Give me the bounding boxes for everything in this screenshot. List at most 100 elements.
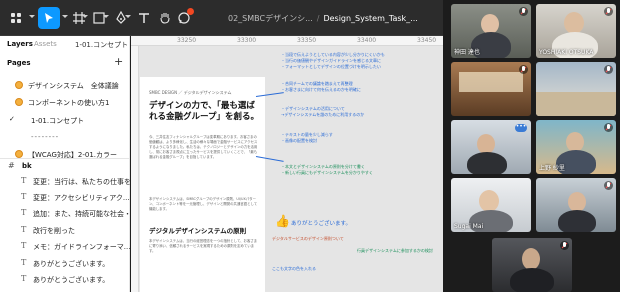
layers-panel: Layers Assets 1-01.コンセプト Pages + デザインシステ… bbox=[0, 36, 130, 292]
participant-tile[interactable]: 上野 紗里 bbox=[536, 120, 616, 174]
layer-row[interactable]: T ありがとうございます。 bbox=[0, 273, 130, 286]
emoji-icon bbox=[15, 98, 23, 106]
participant-body bbox=[510, 268, 554, 292]
more-options-icon[interactable]: ••• bbox=[515, 124, 527, 132]
window-view bbox=[459, 72, 523, 92]
comment-line: 行員デザインシステムに参加するかの検討 bbox=[357, 248, 433, 253]
comment-note[interactable]: デジタルサービスのデザイン原則ついて bbox=[272, 236, 344, 242]
layer-row[interactable]: T 追加：また、持続可能な社会・... bbox=[0, 207, 130, 220]
comment-line: ・お客さまに向けて何を伝えるのかを明確に bbox=[281, 87, 361, 92]
frame-tool-icon[interactable] bbox=[68, 7, 90, 29]
layer-label: ありがとうございます。 bbox=[33, 276, 110, 284]
text-layer-icon: T bbox=[21, 274, 27, 283]
layer-label: メモ：ガイドラインフォーマ... bbox=[33, 243, 130, 251]
layer-row[interactable]: T ありがとうございます。 bbox=[0, 257, 130, 270]
pages-header: Pages bbox=[7, 59, 31, 67]
tab-layers[interactable]: Layers bbox=[7, 40, 33, 48]
muted-mic-icon bbox=[604, 123, 613, 132]
vertical-ruler bbox=[131, 46, 139, 292]
notification-dot bbox=[187, 8, 194, 15]
participant-avatar bbox=[477, 134, 495, 154]
participant-tile[interactable]: ••• bbox=[451, 120, 531, 174]
layer-row[interactable]: T 改行を削った bbox=[0, 224, 130, 237]
participant-avatar bbox=[564, 12, 584, 34]
text-tool-icon[interactable] bbox=[133, 7, 155, 29]
participant-avatar bbox=[566, 132, 584, 152]
room-floor bbox=[536, 92, 616, 116]
participant-avatar bbox=[522, 248, 540, 270]
checkmark-icon: ✓ bbox=[9, 115, 15, 123]
panel-tabs: Layers Assets 1-01.コンセプト bbox=[0, 36, 130, 52]
layer-label: ありがとうございます。 bbox=[33, 260, 110, 268]
comment-note[interactable]: ・テキストの量を少し減らす ・画像の配置を検討 bbox=[281, 132, 333, 144]
frame-paragraph: 今、三井住友フィナンシャルグループは変革期にあります。お客さまの価値観は、より多… bbox=[149, 135, 258, 159]
page-item-selected[interactable]: ✓ 1-01.コンセプト bbox=[0, 114, 130, 128]
comment-line: ・フォーマットとしてデザインの位置づけを明示したい bbox=[281, 64, 381, 69]
design-canvas[interactable]: 33250 33300 33350 33400 33450 SMBC DESIG… bbox=[131, 36, 443, 292]
page-name[interactable]: Design_System_Task_... bbox=[323, 14, 417, 23]
participant-name: YOSHIAKI OTSUKA bbox=[539, 49, 594, 56]
participant-avatar bbox=[568, 192, 586, 212]
thanks-comment[interactable]: ありがとうございます。 bbox=[291, 219, 351, 227]
layer-row[interactable]: T 変更：当行は、私たちの仕事を... bbox=[0, 175, 130, 188]
page-item-label: デザインシステム 全体議論 bbox=[28, 82, 119, 90]
comment-note[interactable]: 行員デザインシステムに参加するかの検討 bbox=[357, 248, 433, 254]
tab-assets[interactable]: Assets bbox=[34, 40, 57, 48]
participant-tile[interactable] bbox=[451, 62, 531, 116]
participant-tile[interactable] bbox=[536, 62, 616, 116]
move-tool-icon[interactable] bbox=[38, 7, 60, 29]
layer-label: 改行を削った bbox=[33, 227, 75, 235]
comment-note[interactable]: ・合同チームでの議論を踏まえて再整理 ・お客さまに向けて何を伝えるのかを明確に bbox=[281, 81, 361, 93]
current-page-selector[interactable]: 1-01.コンセプト bbox=[75, 40, 128, 50]
frame-breadcrumb: SMBC DESIGN ／ デジタルデザインシステム bbox=[149, 90, 232, 95]
page-item[interactable]: コンポーネントの使い方1 bbox=[0, 96, 130, 110]
participant-tile[interactable] bbox=[536, 178, 616, 232]
layer-group-bk[interactable]: # bk bbox=[0, 159, 130, 173]
muted-mic-icon bbox=[519, 65, 528, 74]
comment-note[interactable]: ここも文字の色を入れる bbox=[272, 266, 316, 272]
participant-body bbox=[558, 210, 596, 232]
pen-tool-caret-icon[interactable] bbox=[125, 15, 131, 18]
thumbs-up-icon: 👍 bbox=[275, 214, 290, 228]
layer-row[interactable]: T メモ：ガイドラインフォーマ... bbox=[0, 240, 130, 253]
participant-tile[interactable]: YOSHIAKI OTSUKA bbox=[536, 4, 616, 58]
layer-label: 変更：当行は、私たちの仕事を... bbox=[33, 178, 130, 186]
add-page-button[interactable]: + bbox=[114, 55, 123, 68]
page-separator-label: -------- bbox=[31, 133, 60, 141]
ruler-tick: 33300 bbox=[237, 37, 257, 44]
toolbar: 02_SMBCデザインシ... / Design_System_Task_... bbox=[0, 0, 443, 36]
frame-icon: # bbox=[8, 161, 15, 170]
participant-tile[interactable]: Sugai Mai bbox=[451, 178, 531, 232]
main-menu-caret-icon[interactable] bbox=[29, 15, 35, 18]
figma-app-window: 02_SMBCデザインシ... / Design_System_Task_...… bbox=[0, 0, 620, 292]
horizontal-ruler: 33250 33300 33350 33400 33450 bbox=[131, 36, 443, 46]
document-title[interactable]: 02_SMBCデザインシ... / Design_System_Task_... bbox=[228, 0, 443, 36]
main-menu-icon[interactable] bbox=[5, 7, 27, 29]
participant-tile[interactable]: 神田 達也 bbox=[451, 4, 531, 58]
ruler-tick: 33350 bbox=[297, 37, 317, 44]
file-name[interactable]: 02_SMBCデザインシ... bbox=[228, 13, 313, 24]
design-frame[interactable]: SMBC DESIGN ／ デジタルデザインシステム デザインの力で、「最も選ば… bbox=[140, 77, 265, 292]
shape-tool-icon[interactable] bbox=[88, 7, 110, 29]
participant-avatar bbox=[479, 190, 499, 212]
participant-tile[interactable] bbox=[492, 238, 572, 292]
shape-tool-caret-icon[interactable] bbox=[103, 15, 109, 18]
layer-row[interactable]: T 変更：アクセシビリティアク... bbox=[0, 191, 130, 204]
comment-line: →デザインシステムを誰のために利用するのか bbox=[281, 112, 365, 117]
frame-paragraph: 本デザインシステムは、当行の経営理念を一つの指針として、お客さまに寄り添い、信頼… bbox=[149, 239, 258, 253]
page-item[interactable]: デザインシステム 全体議論 bbox=[0, 79, 130, 93]
text-layer-icon: T bbox=[21, 258, 27, 267]
frame-section-title: デジタルデザインシステムの原則 bbox=[149, 227, 247, 235]
emoji-icon bbox=[15, 81, 23, 89]
comment-note[interactable]: ・当段で伝えようとしている内容が少し分かりにくいかも ・当行の価値観やデザインガ… bbox=[281, 52, 385, 70]
layer-label: 追加：また、持続可能な社会・... bbox=[33, 210, 130, 218]
comment-line: ・新しい行員にもデザインシステムを分かりやすく bbox=[281, 170, 373, 175]
pen-tool-icon[interactable] bbox=[110, 7, 132, 29]
participant-name: 上野 紗里 bbox=[539, 165, 565, 172]
muted-mic-icon bbox=[604, 7, 613, 16]
comment-note[interactable]: ・デザインシステムの活用について →デザインシステムを誰のために利用するのか bbox=[281, 106, 364, 118]
comment-line: ・画像の配置を検討 bbox=[281, 138, 317, 143]
comment-tool-icon[interactable] bbox=[173, 7, 195, 29]
comment-note[interactable]: ・本文とデザインシステムの原則を分けて書く ・新しい行員にもデザインシステムを分… bbox=[281, 164, 373, 176]
frame-paragraph: 本デザインシステムは、SMBCグループのデザイン原則、UI/UXパターン、コンポ… bbox=[149, 197, 258, 211]
